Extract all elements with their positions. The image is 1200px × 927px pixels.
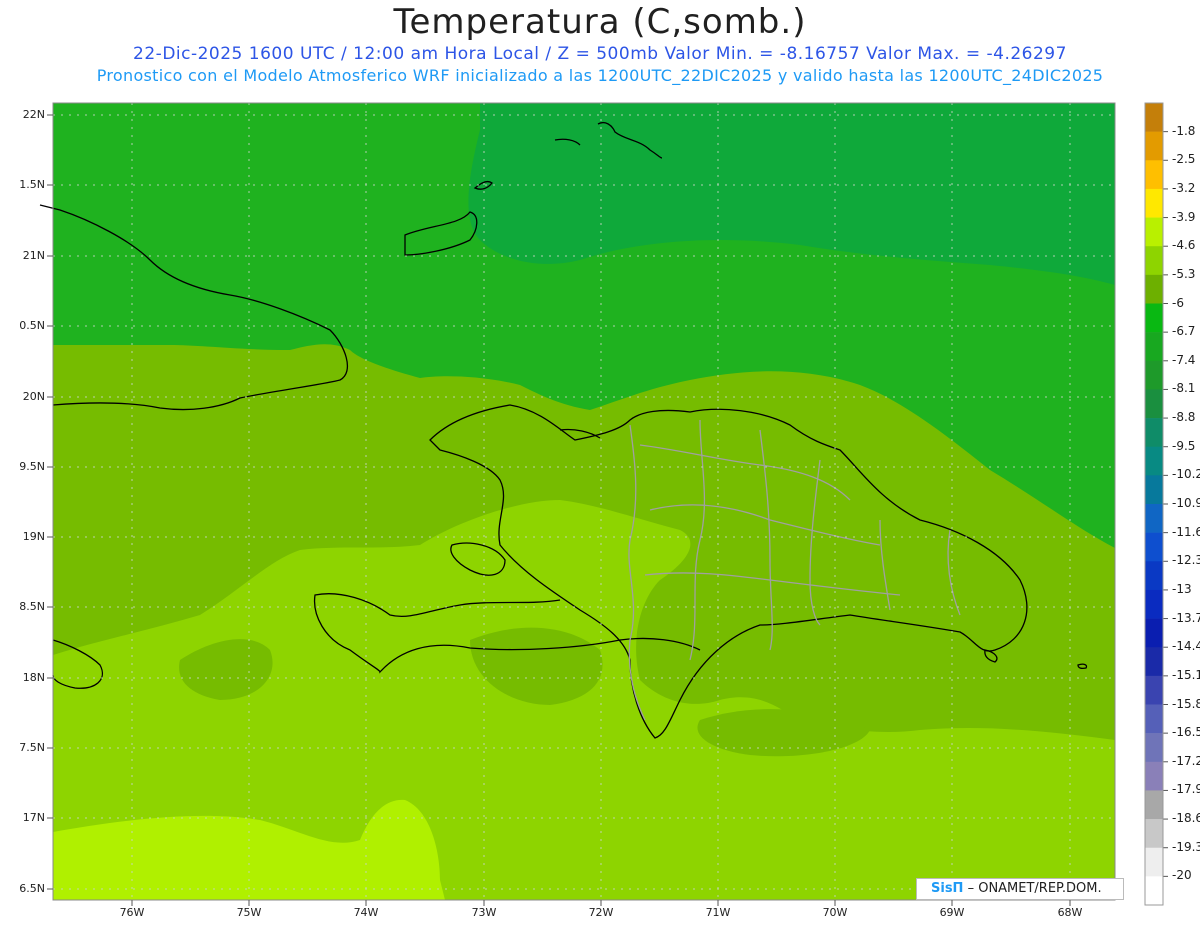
legend-label: -6.7 [1172,324,1196,339]
legend-label: -3.2 [1172,180,1196,195]
lon-label: 70W [822,906,848,919]
colorbar [1144,102,1168,906]
lat-label: 7.5N [19,741,45,754]
lat-label: 22N [22,108,45,121]
colorbar-swatch [1145,475,1163,505]
legend-label: -2.5 [1172,152,1196,167]
colorbar-swatch [1145,103,1163,132]
colorbar-swatch [1145,131,1163,161]
lat-label: 6.5N [19,882,45,895]
colorbar-swatch [1145,589,1163,619]
lat-label: 17N [22,811,45,824]
legend-label: -11.6 [1172,524,1200,539]
colorbar-swatch [1145,733,1163,763]
credit-box: SisΠ – ONAMET/REP.DOM. [916,878,1124,900]
legend-label: -20 [1172,868,1192,883]
legend-label: -16.5 [1172,725,1200,740]
lat-label: 19N [22,530,45,543]
lat-label: 18N [22,671,45,684]
legend-label: -3.9 [1172,209,1196,224]
legend-label: -12.3 [1172,553,1200,568]
sispi-logo: SisΠ [931,881,964,896]
lon-label: 74W [353,906,379,919]
lon-label: 69W [939,906,965,919]
legend-label: -9.5 [1172,438,1196,453]
lon-label: 73W [471,906,497,919]
legend-label: -13 [1172,581,1192,596]
colorbar-swatch [1145,532,1163,562]
lon-label: 75W [236,906,262,919]
legend-label: -6 [1172,295,1184,310]
colorbar-swatch [1145,504,1163,533]
colorbar-swatch [1145,819,1163,849]
legend-label: -14.4 [1172,639,1200,654]
lat-label: 21N [22,249,45,262]
colorbar-swatch [1145,704,1163,734]
legend-label: -13.7 [1172,610,1200,625]
colorbar-swatch [1145,761,1163,791]
temperature-map [39,102,1168,906]
colorbar-swatch [1145,847,1163,877]
colorbar-swatch [1145,389,1163,419]
colorbar-swatch [1145,876,1163,906]
colorbar-swatch [1145,647,1163,677]
colorbar-swatch [1145,561,1163,591]
colorbar-swatch [1145,217,1163,247]
lat-label: 8.5N [19,600,45,613]
legend-label: -17.9 [1172,782,1200,797]
lat-label: 20N [22,390,45,403]
legend-label: -10.2 [1172,467,1200,482]
colorbar-swatch [1145,446,1163,476]
lat-label: 1.5N [19,178,45,191]
colorbar-swatch [1145,360,1163,390]
colorbar-swatch [1145,188,1163,218]
lon-label: 76W [119,906,145,919]
lon-label: 71W [705,906,731,919]
credit-text: – ONAMET/REP.DOM. [967,881,1102,896]
lon-label: 72W [588,906,614,919]
colorbar-swatch [1145,675,1163,705]
legend-label: -10.9 [1172,496,1200,510]
legend-label: -4.6 [1172,238,1196,253]
colorbar-swatch [1145,332,1163,362]
lat-label: 0.5N [19,319,45,332]
colorbar-swatch [1145,274,1163,304]
lat-label: 9.5N [19,460,45,473]
colorbar-swatch [1145,790,1163,820]
colorbar-swatch [1145,160,1163,190]
legend-label: -17.2 [1172,753,1200,768]
colorbar-swatch [1145,246,1163,276]
legend-label: -8.1 [1172,381,1196,396]
lat-ticks [47,114,53,890]
colorbar-swatch [1145,618,1163,648]
legend-label: -7.4 [1172,352,1196,367]
colorbar-swatch [1145,303,1163,333]
legend-label: -15.8 [1172,696,1200,711]
legend-label: -5.3 [1172,266,1196,281]
legend-label: -8.8 [1172,410,1196,425]
legend-label: -19.3 [1172,839,1200,854]
legend-label: -18.6 [1172,811,1200,826]
legend-label: -1.8 [1172,123,1196,138]
legend-label: -15.1 [1172,667,1200,682]
colorbar-swatch [1145,418,1163,448]
lon-label: 68W [1057,906,1083,919]
